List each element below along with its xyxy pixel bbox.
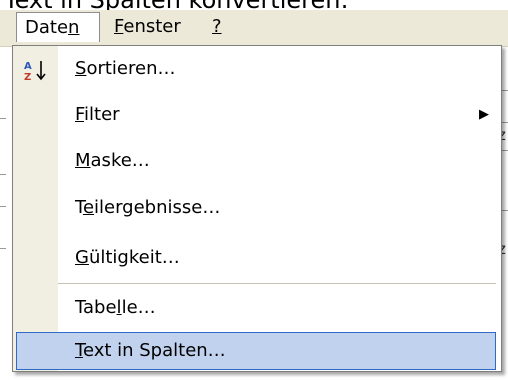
- menu-item-label: Tabelle…: [75, 288, 156, 328]
- spreadsheet-left-edge: [0, 46, 12, 366]
- daten-dropdown-menu: A Z Sortieren… Filter ▶ Maske… Teilergeb…: [12, 45, 502, 372]
- sort-az-icon: A Z: [24, 61, 46, 81]
- menu-daten[interactable]: Daten: [16, 12, 100, 42]
- svg-text:Z: Z: [24, 72, 31, 81]
- menu-item-label: Maske…: [75, 141, 150, 181]
- label-post: le…: [121, 297, 156, 318]
- menu-help-accel: ?: [212, 16, 222, 37]
- label-post: ortieren…: [86, 58, 176, 79]
- menu-item-gueltigkeit[interactable]: Gültigkeit…: [13, 238, 501, 278]
- submenu-arrow-icon: ▶: [479, 107, 489, 122]
- grid-line: [0, 118, 6, 119]
- menu-item-label: Teilergebnisse…: [75, 188, 220, 228]
- label-post: ültigkeit…: [88, 247, 180, 268]
- grid-line: [0, 248, 6, 249]
- label-post: ilergebnisse…: [94, 197, 221, 218]
- menu-item-tabelle[interactable]: Tabelle…: [13, 288, 501, 328]
- menu-daten-label: Date: [25, 17, 69, 38]
- label-pre: T: [75, 197, 83, 218]
- label-accel: M: [75, 150, 91, 171]
- label-pre: Tabe: [75, 297, 117, 318]
- grid-line: [0, 206, 6, 207]
- label-post: ilter: [84, 104, 120, 125]
- menu-fenster-label: enster: [123, 16, 181, 37]
- label-post: ext in Spalten…: [82, 340, 226, 361]
- grid-line: [0, 174, 6, 175]
- label-accel: G: [75, 247, 89, 268]
- svg-text:A: A: [24, 61, 32, 72]
- menu-fenster-accel: F: [114, 16, 124, 37]
- menu-item-maske[interactable]: Maske…: [13, 141, 501, 181]
- menu-bar: Daten Fenster ?: [0, 10, 508, 47]
- menu-item-teilergebnisse[interactable]: Teilergebnisse…: [13, 188, 501, 228]
- menu-item-filter[interactable]: Filter ▶: [13, 95, 501, 135]
- label-post: aske…: [90, 150, 150, 171]
- menu-item-sortieren[interactable]: A Z Sortieren…: [13, 49, 501, 89]
- menu-item-text-in-spalten[interactable]: Text in Spalten…: [16, 332, 496, 370]
- menu-item-label: Text in Spalten…: [75, 333, 226, 369]
- menu-separator: [58, 283, 496, 284]
- menu-daten-accel: n: [68, 17, 80, 38]
- menu-item-label: Sortieren…: [75, 49, 175, 89]
- menu-item-label: Filter: [75, 95, 120, 135]
- label-accel: e: [82, 197, 95, 218]
- menu-fenster[interactable]: Fenster: [106, 12, 189, 42]
- label-accel: S: [75, 58, 87, 79]
- label-accel: T: [75, 340, 83, 361]
- menu-item-label: Gültigkeit…: [75, 238, 180, 278]
- menu-help[interactable]: ?: [204, 12, 230, 42]
- label-accel: F: [75, 104, 85, 125]
